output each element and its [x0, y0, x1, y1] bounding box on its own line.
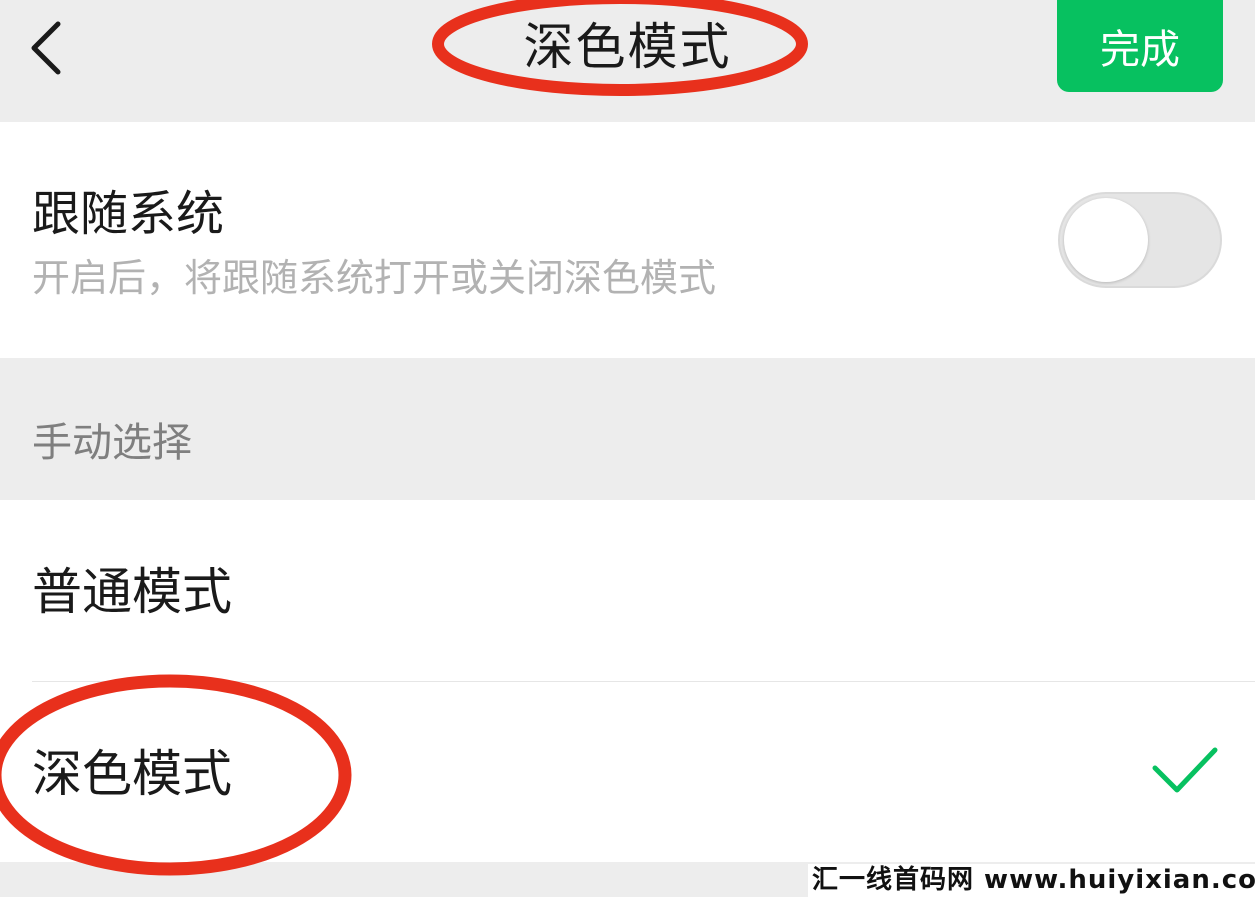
dark-mode-settings-screen: 深色模式 完成 跟随系统 开启后，将跟随系统打开或关闭深色模式 手动选择 普通模… — [0, 0, 1255, 897]
follow-system-toggle[interactable] — [1058, 192, 1222, 288]
done-button[interactable]: 完成 — [1057, 0, 1223, 92]
site-watermark: 汇一线首码网 www.huiyixian.com — [808, 864, 1255, 897]
option-label: 深色模式 — [32, 745, 232, 803]
nav-header: 深色模式 完成 — [0, 0, 1255, 122]
follow-system-row: 跟随系统 开启后，将跟随系统打开或关闭深色模式 — [0, 122, 1255, 358]
manual-section-label: 手动选择 — [32, 420, 192, 466]
option-dark-mode[interactable]: 深色模式 — [0, 682, 1255, 863]
mode-options-list: 普通模式 深色模式 — [0, 500, 1255, 862]
follow-system-description: 开启后，将跟随系统打开或关闭深色模式 — [32, 256, 717, 300]
follow-system-title: 跟随系统 — [32, 186, 225, 242]
toggle-knob — [1064, 198, 1148, 282]
option-label: 普通模式 — [32, 563, 232, 621]
option-normal-mode[interactable]: 普通模式 — [0, 500, 1255, 681]
checkmark-icon — [1152, 747, 1218, 793]
